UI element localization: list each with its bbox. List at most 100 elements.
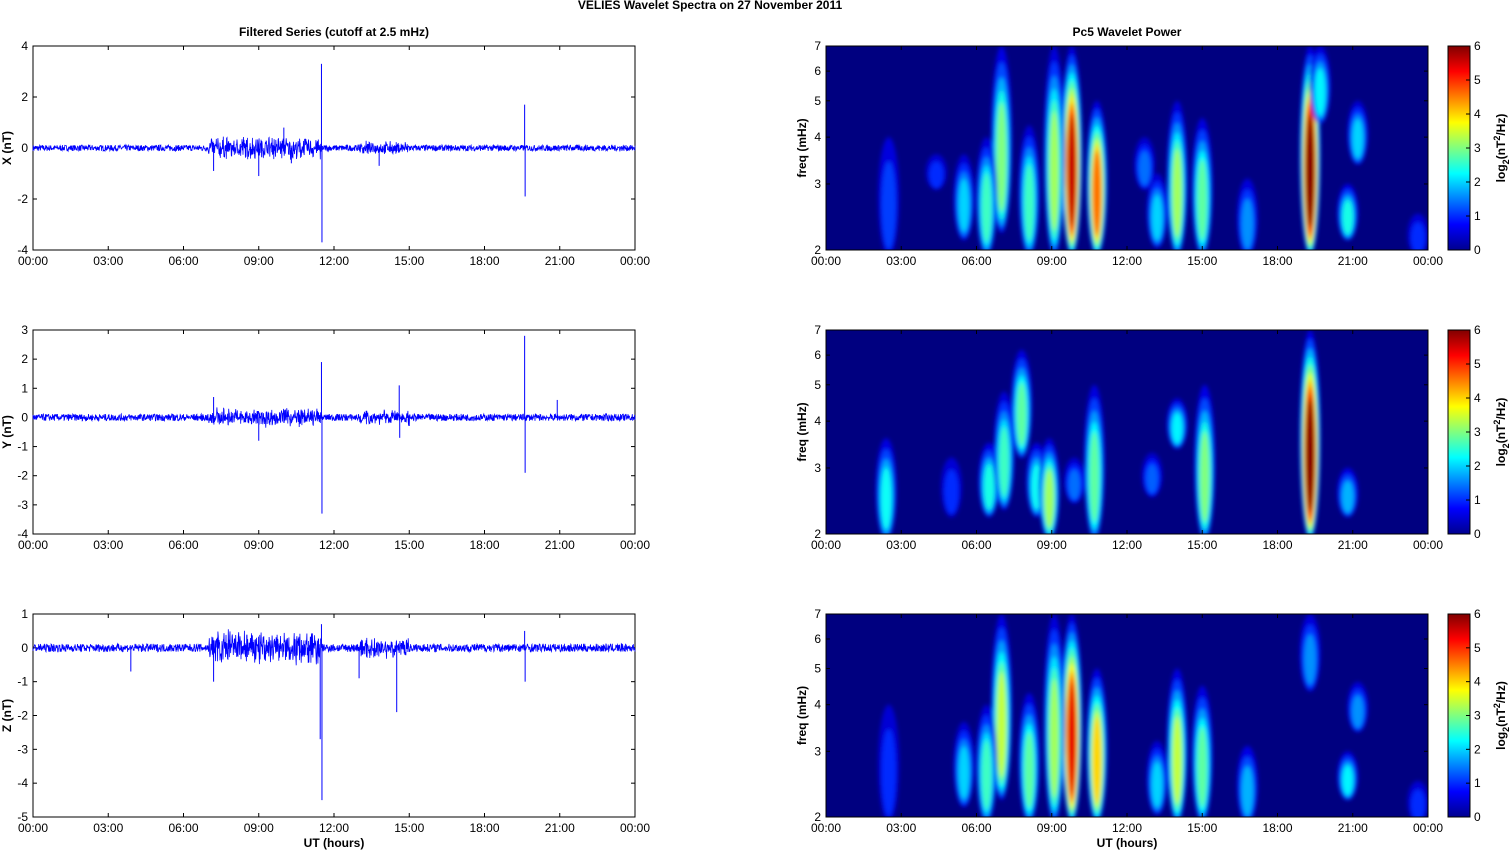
power-blob: [878, 137, 900, 250]
y-tick-label: 0: [21, 410, 28, 424]
y-tick-label: 4: [21, 39, 28, 53]
power-blob: [1337, 467, 1359, 518]
power-contour: [996, 102, 1007, 212]
y-axis-label: freq (mHz): [795, 686, 809, 745]
x-tick-label: 12:00: [1112, 538, 1142, 552]
power-contour: [1352, 695, 1364, 728]
y-tick-label: 4: [814, 414, 821, 428]
power-blob: [1063, 457, 1085, 504]
power-contour: [1411, 222, 1425, 250]
power-blob: [953, 721, 975, 808]
colorbar-tick-label: 6: [1474, 39, 1481, 53]
power-contour: [1411, 789, 1425, 817]
power-blob: [1337, 751, 1359, 801]
x-tick-label: 06:00: [961, 538, 991, 552]
power-contour: [1172, 149, 1182, 238]
y-tick-label: 1: [21, 381, 28, 395]
figure-title: VELIES Wavelet Spectra on 27 November 20…: [578, 0, 843, 12]
y-tick-label: 7: [814, 323, 821, 337]
power-blob: [1141, 452, 1163, 498]
y-tick-label: -1: [17, 675, 28, 689]
colorbar-tick-label: 3: [1474, 709, 1481, 723]
y-tick-label: 3: [814, 177, 821, 191]
colorbar-tick-label: 5: [1474, 357, 1481, 371]
colorbar: 0 1 2 3 4 5 6 log2(nT2/Hz): [1447, 39, 1511, 257]
colorbar-tick-label: 1: [1474, 493, 1481, 507]
power-contour: [958, 178, 970, 232]
power-blob: [1038, 438, 1060, 534]
x-tick-label: 18:00: [1262, 821, 1292, 835]
x-tick-label: 00:00: [1413, 538, 1443, 552]
power-blob: [1086, 668, 1108, 817]
power-contour: [1044, 469, 1054, 528]
power-contour: [1152, 194, 1163, 241]
power-blob: [1194, 384, 1216, 534]
y-tick-label: 0: [21, 641, 28, 655]
power-contour: [1342, 480, 1354, 513]
power-blob: [1018, 125, 1040, 250]
y-tick-label: 4: [814, 698, 821, 712]
x-tick-label: 00:00: [18, 538, 48, 552]
x-tick-label: 00:00: [620, 821, 650, 835]
heatmap-background: [826, 614, 1428, 817]
colorbar-label: log2(nT2/Hz): [1492, 114, 1511, 183]
power-contour: [1067, 115, 1076, 227]
y-tick-label: -2: [17, 709, 28, 723]
power-contour: [958, 746, 970, 799]
x-tick-label: 12:00: [319, 538, 349, 552]
power-blob: [1347, 682, 1369, 733]
x-tick-label: 15:00: [394, 821, 424, 835]
power-blob: [1043, 614, 1065, 817]
power-contour: [1152, 762, 1163, 808]
power-contour: [997, 671, 1007, 778]
power-blob: [1337, 183, 1359, 241]
power-contour: [1092, 717, 1102, 804]
x-tick-label: 12:00: [1112, 821, 1142, 835]
y-tick-label: -1: [17, 440, 28, 454]
heatmap-background: [826, 330, 1428, 534]
x-tick-label: 21:00: [1338, 538, 1368, 552]
power-blob: [1146, 740, 1168, 816]
power-contour: [1315, 68, 1326, 116]
power-blob: [1299, 330, 1321, 534]
power-contour: [1138, 150, 1151, 186]
power-blob: [1166, 398, 1188, 449]
power-contour: [1352, 119, 1363, 159]
power-blob: [1191, 117, 1213, 250]
y-tick-label: 2: [21, 352, 28, 366]
x-tick-label: 06:00: [168, 254, 198, 268]
colorbar-tick-label: 2: [1474, 175, 1481, 189]
power-contour: [881, 161, 896, 250]
y-tick-label: -2: [17, 469, 28, 483]
y-axis-label: Y (nT): [0, 415, 14, 449]
y-tick-label: 3: [814, 744, 821, 758]
power-contour: [1304, 634, 1316, 685]
x-tick-label: 09:00: [1037, 254, 1067, 268]
figure: VELIES Wavelet Spectra on 27 November 20…: [0, 0, 1511, 851]
x-tick-label: 12:00: [319, 254, 349, 268]
x-tick-label: 06:00: [961, 254, 991, 268]
power-contour: [1024, 732, 1034, 809]
x-tick-label: 00:00: [18, 821, 48, 835]
x-tick-label: 15:00: [394, 538, 424, 552]
power-contour: [1241, 198, 1254, 250]
wavelet-panel-2: 2 3 4 5 6 7 freq (mHz) 00:00 03:00 06:00 09:00 12:0…: [795, 323, 1511, 552]
x-tick-label: 00:00: [1413, 821, 1443, 835]
x-tick-label: 03:00: [93, 538, 123, 552]
colorbar-tick-label: 6: [1474, 323, 1481, 337]
power-contour: [1197, 727, 1207, 808]
plot-frame: [32, 613, 636, 818]
colorbar-tick-label: 5: [1474, 641, 1481, 655]
x-tick-label: 15:00: [394, 254, 424, 268]
wavelet-panel-3: 2 3 4 5 6 7 freq (mHz) 00:00 03:00 06:00 09:00 12:0…: [795, 607, 1511, 850]
power-blob: [953, 154, 975, 241]
y-tick-label: -2: [17, 192, 28, 206]
colorbar-tick-label: 3: [1474, 425, 1481, 439]
power-blob: [1166, 100, 1188, 250]
power-contour: [929, 161, 944, 188]
y-tick-label: 7: [814, 607, 821, 621]
power-blob: [1043, 46, 1065, 250]
power-blob: [1166, 668, 1188, 817]
x-tick-label: 18:00: [469, 254, 499, 268]
colorbar-label: log2(nT2/Hz): [1492, 681, 1511, 750]
